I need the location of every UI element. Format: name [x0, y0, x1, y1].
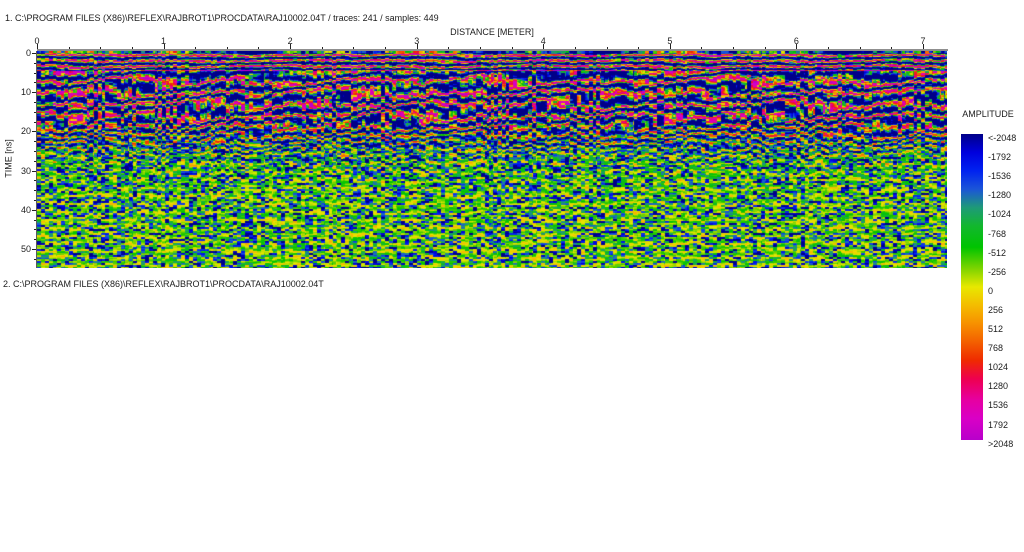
- colorbar-label: -1792: [988, 152, 1012, 163]
- colorbar-label: -768: [988, 228, 1007, 239]
- y-tick-label: 40: [20, 204, 31, 215]
- colorbar-label: 512: [988, 324, 1004, 334]
- colorbar-label: 1024: [988, 362, 1009, 373]
- colorbar-label: 0: [988, 285, 994, 296]
- y-tick-label: 20: [20, 126, 31, 137]
- y-axis-title: TIME [ns]: [3, 139, 14, 178]
- colorbar-gradient: [961, 134, 983, 440]
- colorbar-label: 1536: [988, 400, 1009, 411]
- x-axis-title: DISTANCE [METER]: [450, 27, 534, 37]
- y-tick-label: 10: [20, 87, 31, 98]
- profile-2-title: 2. C:\PROGRAM FILES (X86)\REFLEX\RAJBROT…: [3, 279, 324, 289]
- reflexw-plot-window: { "header": { "title1": "1. C:\\PROGRAM …: [0, 0, 1024, 552]
- colorbar-label: -1024: [988, 209, 1012, 220]
- radargram-canvas[interactable]: [37, 51, 947, 268]
- colorbar-label: -1536: [988, 171, 1012, 182]
- colorbar-label: <-2048: [988, 133, 1017, 143]
- colorbar-label: 1280: [988, 381, 1009, 392]
- colorbar-title: AMPLITUDE: [962, 109, 1014, 119]
- colorbar-label: 768: [988, 343, 1004, 354]
- colorbar-label: >2048: [988, 438, 1014, 449]
- colorbar-label: 256: [988, 304, 1004, 315]
- y-tick-label: 30: [20, 165, 31, 176]
- y-tick-label: 0: [25, 48, 31, 58]
- colorbar-label: -512: [988, 247, 1007, 258]
- colorbar-label: -1280: [988, 190, 1012, 201]
- colorbar-label: 1792: [988, 419, 1009, 430]
- profile-1-title: 1. C:\PROGRAM FILES (X86)\REFLEX\RAJBROT…: [5, 13, 439, 23]
- colorbar-label: -256: [988, 266, 1007, 277]
- y-tick-label: 50: [20, 244, 31, 254]
